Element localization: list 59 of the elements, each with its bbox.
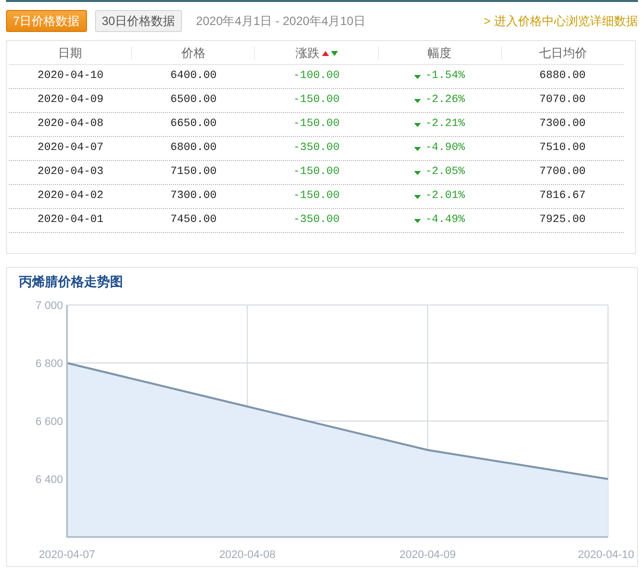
y-tick-label: 6 600 — [35, 416, 63, 428]
table-cell-text: 6880.00 — [539, 69, 586, 84]
table-cell-text: 2020-04-09 — [37, 93, 104, 108]
table-cell-text: 6800.00 — [170, 141, 217, 156]
table-cell-text: 7070.00 — [539, 93, 586, 108]
down-arrow-icon — [414, 74, 422, 78]
table-cell-text: 2020-04-10 — [37, 69, 104, 84]
table-cell-text: -2.26% — [425, 93, 465, 108]
table-cell-text: 2020-04-08 — [37, 117, 104, 132]
column-header[interactable]: 涨跌 — [296, 44, 320, 62]
column-header: 价格 — [181, 44, 206, 62]
x-tick-label: 2020-04-07 — [38, 549, 96, 561]
down-arrow-icon — [414, 170, 422, 174]
column-header: 日期 — [58, 44, 82, 62]
down-arrow-icon — [414, 194, 422, 198]
table-cell-text: -150.00 — [293, 117, 340, 132]
x-tick-label: 2020-04-08 — [219, 549, 276, 561]
table-cell-text: -100.00 — [293, 69, 340, 84]
sort-icon[interactable] — [322, 50, 338, 56]
table-cell-text: -4.90% — [425, 141, 465, 156]
table-cell-text: -2.21% — [425, 117, 465, 132]
table-cell-text: 6500.00 — [170, 93, 217, 108]
table-cell-text: -4.49% — [425, 213, 465, 228]
table-cell-text: 7925.00 — [539, 213, 586, 228]
table-cell-text: 7300.00 — [170, 189, 217, 204]
x-tick-label: 2020-04-10 — [578, 549, 634, 561]
date-range: 2020年4月1日 - 2020年4月10日 — [196, 13, 366, 30]
table-cell-text: 7150.00 — [170, 165, 217, 180]
table-cell-text: 2020-04-07 — [37, 141, 104, 156]
down-arrow-icon — [414, 146, 422, 150]
table-cell-text: -2.05% — [425, 165, 465, 180]
table-cell-text: 6400.00 — [170, 69, 217, 84]
down-arrow-icon — [414, 98, 422, 102]
y-tick-label: 7 000 — [35, 300, 63, 312]
column-header: 七日均价 — [538, 44, 587, 62]
table-cell-text: 7816.67 — [539, 189, 586, 204]
y-tick-label: 6 800 — [35, 358, 63, 370]
down-arrow-icon — [414, 218, 422, 222]
table-cell-text: -150.00 — [293, 189, 340, 204]
table-cell-text: -350.00 — [293, 141, 340, 156]
x-tick-label: 2020-04-09 — [400, 549, 456, 561]
column-header: 幅度 — [428, 44, 452, 62]
table-cell-text: -1.54% — [425, 69, 465, 84]
table-cell-text: 2020-04-01 — [37, 213, 104, 228]
table-cell-text: -350.00 — [293, 213, 340, 228]
table-cell-text: 6650.00 — [170, 117, 217, 132]
table-cell-text: -150.00 — [293, 165, 340, 180]
tab[interactable]: 30日价格数据 — [94, 10, 182, 32]
table-cell-text: 7510.00 — [539, 141, 586, 156]
down-arrow-icon — [414, 122, 422, 126]
table-cell-text: -150.00 — [293, 93, 340, 108]
y-tick-label: 6 400 — [35, 474, 63, 486]
table-cell-text: -2.01% — [425, 189, 465, 204]
table-cell-text: 2020-04-03 — [37, 165, 104, 180]
chart-title: 丙烯腈价格走势图 — [19, 273, 123, 291]
table-cell-text: 7700.00 — [539, 165, 586, 180]
table-cell-text: 7450.00 — [170, 213, 217, 228]
table-cell-text: 7300.00 — [539, 117, 586, 132]
table-cell-text: 2020-04-02 — [37, 189, 104, 204]
